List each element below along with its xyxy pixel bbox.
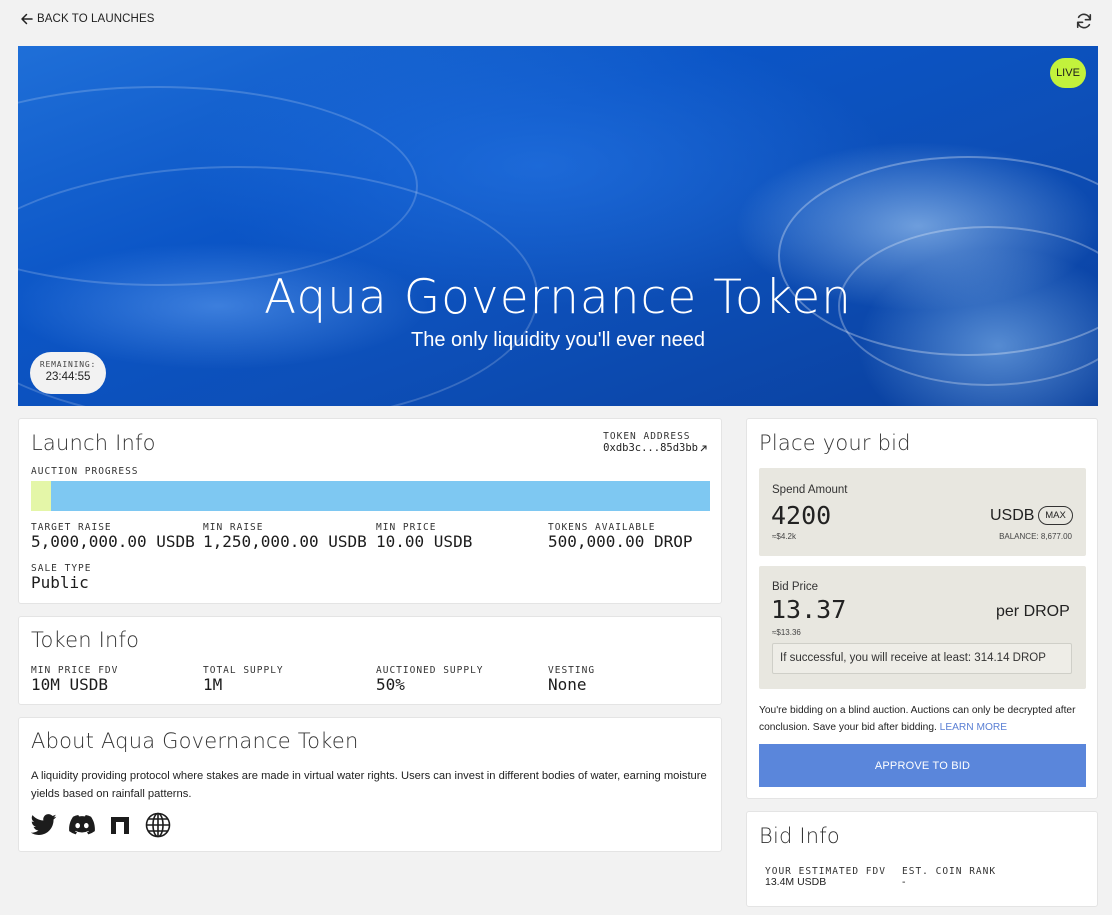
stat-value: None	[548, 675, 587, 694]
spend-amount-usd: ≈$4.2k	[772, 532, 796, 541]
min-price-fdv-stat: MIN PRICE FDV 10M USDB	[31, 665, 118, 694]
launch-info-title: Launch Info	[31, 431, 156, 455]
spend-amount-label: Spend Amount	[772, 484, 848, 496]
max-button[interactable]: MAX	[1038, 506, 1073, 525]
about-card: About Aqua Governance Token A liquidity …	[18, 717, 722, 852]
globe-icon[interactable]	[145, 812, 171, 838]
min-receive-info: If successful, you will receive at least…	[772, 643, 1072, 674]
approve-to-bid-button[interactable]: APPROVE TO BID	[759, 744, 1086, 787]
gitbook-icon[interactable]	[107, 812, 133, 838]
stat-value: 1,250,000.00 USDB	[203, 532, 367, 551]
token-info-title: Token Info	[31, 628, 140, 652]
spend-currency: USDB	[990, 507, 1035, 524]
stat-value: 10.00 USDB	[376, 532, 473, 551]
social-links	[31, 812, 171, 838]
bid-price-label: Bid Price	[772, 581, 819, 593]
back-to-launches-link[interactable]: BACK TO LAUNCHES	[20, 12, 155, 26]
bid-price-usd: ≈$13.36	[772, 628, 801, 637]
min-raise-stat: MIN RAISE 1,250,000.00 USDB	[203, 522, 367, 551]
about-title: About Aqua Governance Token	[31, 729, 359, 753]
token-title: Aqua Governance Token	[264, 270, 852, 325]
spend-amount-input[interactable]: 4200	[771, 501, 831, 530]
stat-value: 50%	[376, 675, 405, 694]
coin-rank-stat: EST. COIN RANK -	[902, 866, 996, 888]
token-info-card: Token Info MIN PRICE FDV 10M USDB TOTAL …	[18, 616, 722, 705]
bid-price-field[interactable]: Bid Price 13.37 ≈$13.36 per DROP If succ…	[759, 566, 1086, 689]
auction-progress-label: AUCTION PROGRESS	[31, 466, 139, 477]
sale-type-stat: SALE TYPE Public	[31, 563, 91, 592]
stat-value: 5,000,000.00 USDB	[31, 532, 195, 551]
token-address-label: TOKEN ADDRESS	[603, 431, 691, 442]
live-status-badge: LIVE	[1050, 58, 1086, 88]
arrow-left-icon	[21, 13, 33, 25]
discord-icon[interactable]	[69, 812, 95, 838]
remaining-timer: REMAINING: 23:44:55	[30, 352, 106, 394]
top-bar: BACK TO LAUNCHES	[0, 0, 1112, 40]
blind-auction-note-text: You're bidding on a blind auction. Aucti…	[759, 705, 1076, 733]
auctioned-supply-stat: AUCTIONED SUPPLY 50%	[376, 665, 484, 694]
bid-info-title: Bid Info	[759, 824, 840, 848]
token-subtitle: The only liquidity you'll ever need	[411, 329, 705, 351]
blind-auction-note: You're bidding on a blind auction. Aucti…	[759, 702, 1089, 736]
stat-value: -	[902, 876, 906, 888]
min-price-stat: MIN PRICE 10.00 USDB	[376, 522, 472, 551]
bid-price-input[interactable]: 13.37	[771, 595, 846, 624]
remaining-label: REMAINING:	[39, 360, 97, 369]
token-address-value: 0xdb3c...85d3bb	[603, 442, 698, 454]
token-address[interactable]: TOKEN ADDRESS 0xdb3c...85d3bb	[603, 432, 707, 454]
learn-more-link[interactable]: LEARN MORE	[940, 722, 1007, 733]
hero-banner: LIVE Aqua Governance Token The only liqu…	[18, 46, 1098, 406]
stat-value: 500,000.00 DROP	[548, 532, 693, 551]
auction-progress-fill	[31, 481, 52, 511]
total-supply-stat: TOTAL SUPPLY 1M	[203, 665, 284, 694]
bid-price-unit: per DROP	[996, 603, 1070, 620]
vesting-stat: VESTING None	[548, 665, 595, 694]
estimated-fdv-stat: YOUR ESTIMATED FDV 13.4M USDB	[765, 866, 886, 888]
remaining-value: 23:44:55	[45, 371, 91, 383]
bid-info-card: Bid Info YOUR ESTIMATED FDV 13.4M USDB E…	[746, 811, 1098, 907]
place-bid-card: Place your bid Spend Amount 4200 ≈$4.2k …	[746, 418, 1098, 799]
refresh-icon[interactable]	[1074, 11, 1094, 31]
balance-text: BALANCE: 8,677.00	[999, 532, 1072, 541]
stat-value: 13.4M USDB	[765, 876, 827, 888]
about-description: A liquidity providing protocol where sta…	[31, 770, 707, 800]
stat-value: 10M USDB	[31, 675, 109, 694]
launch-info-card: Launch Info TOKEN ADDRESS 0xdb3c...85d3b…	[18, 418, 722, 604]
spend-amount-field[interactable]: Spend Amount 4200 ≈$4.2k USDB MAX BALANC…	[759, 468, 1086, 556]
stat-value: Public	[31, 573, 89, 592]
back-link-label: BACK TO LAUNCHES	[37, 13, 155, 25]
place-bid-title: Place your bid	[759, 431, 911, 455]
stat-value: 1M	[203, 675, 223, 694]
twitter-icon[interactable]	[31, 812, 57, 838]
target-raise-stat: TARGET RAISE 5,000,000.00 USDB	[31, 522, 195, 551]
stat-label: EST. COIN RANK	[902, 866, 997, 877]
tokens-available-stat: TOKENS AVAILABLE 500,000.00 DROP	[548, 522, 693, 551]
auction-progress-bar	[31, 481, 710, 511]
external-link-icon	[700, 445, 707, 451]
